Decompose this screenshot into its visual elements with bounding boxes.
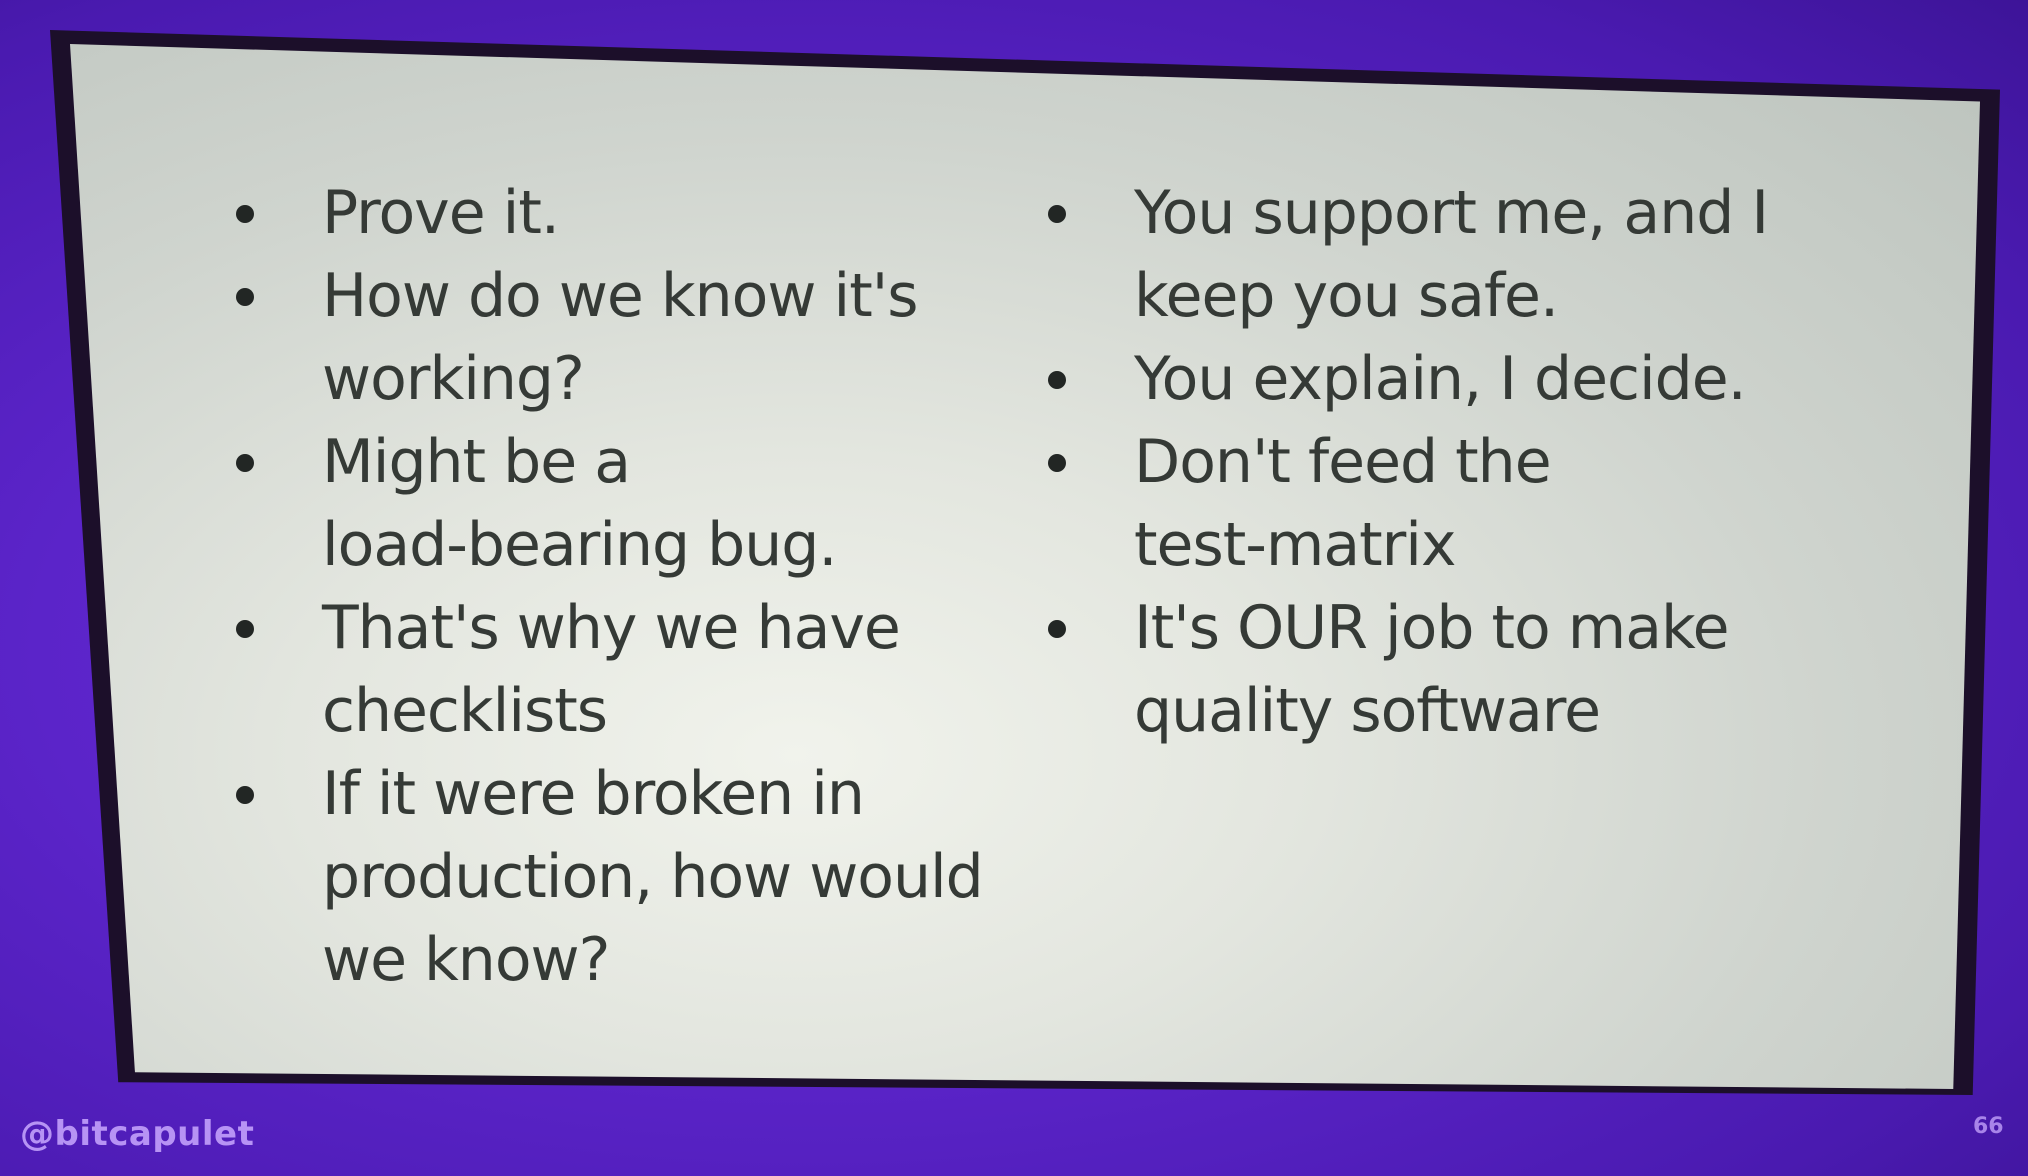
bullet-dot-icon [236,288,254,306]
bullet-item: Prove it. [236,172,1022,255]
bullet-item: That's why we have checklists [236,587,1022,753]
bullet-text: That's why we have checklists [322,593,901,746]
projection-screen: Prove it. How do we know it's working? M… [0,0,2028,1176]
bullet-text: Prove it. [322,178,560,248]
bullet-dot-icon [236,454,254,472]
right-bullet-list: You support me, and I keep you safe. You… [1048,172,1854,753]
bullet-text: You explain, I decide. [1134,344,1747,414]
bullet-dot-icon [1048,620,1066,638]
bullet-item: You support me, and I keep you safe. [1048,172,1854,338]
bullet-item: It's OUR job to make quality software [1048,587,1854,753]
bullet-dot-icon [236,620,254,638]
bullet-text: How do we know it's working? [322,261,918,414]
bullet-text: Might be a load-bearing bug. [322,427,837,580]
bullet-text: If it were broken in production, how wou… [322,759,984,995]
bullet-text: You support me, and I keep you safe. [1134,178,1769,331]
bullet-item: If it were broken in production, how wou… [236,753,1022,1002]
bullet-dot-icon [236,786,254,804]
left-bullet-list: Prove it. How do we know it's working? M… [236,172,1022,1002]
twitter-handle: @bitcapulet [20,1114,255,1154]
bullet-text: It's OUR job to make quality software [1134,593,1730,746]
bullet-dot-icon [236,205,254,223]
bullet-item: Might be a load-bearing bug. [236,421,1022,587]
bullet-item: Don't feed the test-matrix [1048,421,1854,587]
bullet-item: You explain, I decide. [1048,338,1854,421]
bullet-dot-icon [1048,454,1066,472]
bullet-item: How do we know it's working? [236,255,1022,421]
bullet-text: Don't feed the test-matrix [1134,427,1552,580]
bullet-dot-icon [1048,205,1066,223]
slide-number: 66 [1973,1114,2004,1139]
bullet-dot-icon [1048,371,1066,389]
